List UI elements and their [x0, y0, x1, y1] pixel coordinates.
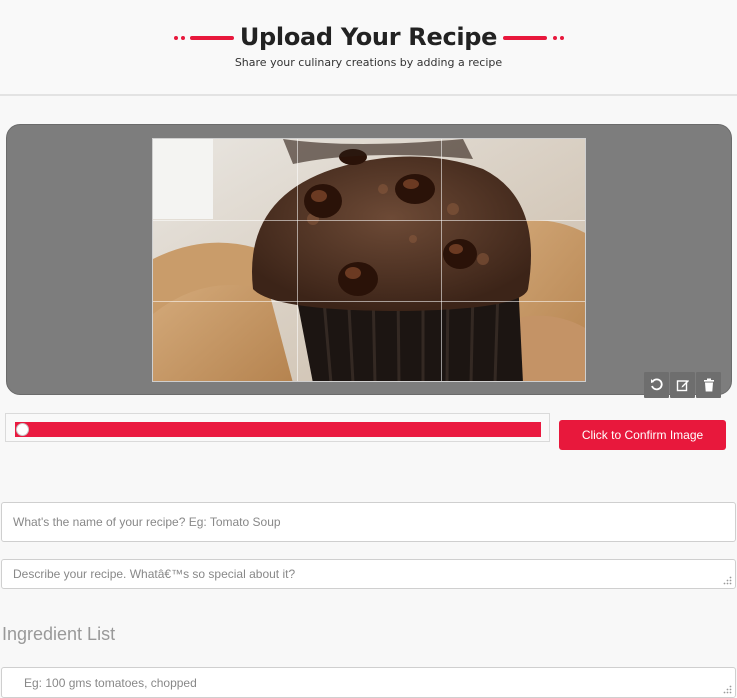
zoom-slider-handle[interactable] [16, 423, 29, 436]
resize-grip-icon[interactable] [723, 576, 732, 585]
zoom-slider-track[interactable] [15, 422, 541, 437]
rotate-button[interactable] [644, 372, 669, 398]
ingredient-list-title: Ingredient List [2, 624, 116, 644]
crop-area[interactable] [152, 138, 586, 382]
resize-grip-icon[interactable] [723, 685, 732, 694]
rotate-icon [650, 378, 663, 391]
recipe-name-input[interactable]: What's the name of your recipe? Eg: Toma… [1, 502, 736, 542]
zoom-slider[interactable] [5, 413, 550, 442]
ingredient-input[interactable]: Eg: 100 gms tomatoes, chopped [1, 667, 736, 698]
page-title: Upload Your Recipe [239, 23, 498, 51]
page-subtitle: Share your culinary creations by adding … [234, 56, 503, 69]
recipe-description-textarea[interactable]: Describe your recipe. Whatâ€™s so specia… [1, 559, 736, 589]
trash-icon [703, 378, 714, 392]
edit-button[interactable] [670, 372, 695, 398]
description-placeholder: Describe your recipe. Whatâ€™s so specia… [13, 567, 296, 581]
title-decoration-right [503, 36, 564, 40]
confirm-image-button[interactable]: Click to Confirm Image [559, 420, 726, 450]
ingredient-placeholder: Eg: 100 gms tomatoes, chopped [24, 675, 197, 690]
image-cropper[interactable] [6, 124, 732, 395]
page-header: Upload Your Recipe Share your culinary c… [0, 0, 737, 96]
recipe-image [153, 139, 585, 381]
delete-button[interactable] [696, 372, 721, 398]
cropper-toolbar [644, 372, 721, 398]
edit-icon [676, 380, 689, 392]
